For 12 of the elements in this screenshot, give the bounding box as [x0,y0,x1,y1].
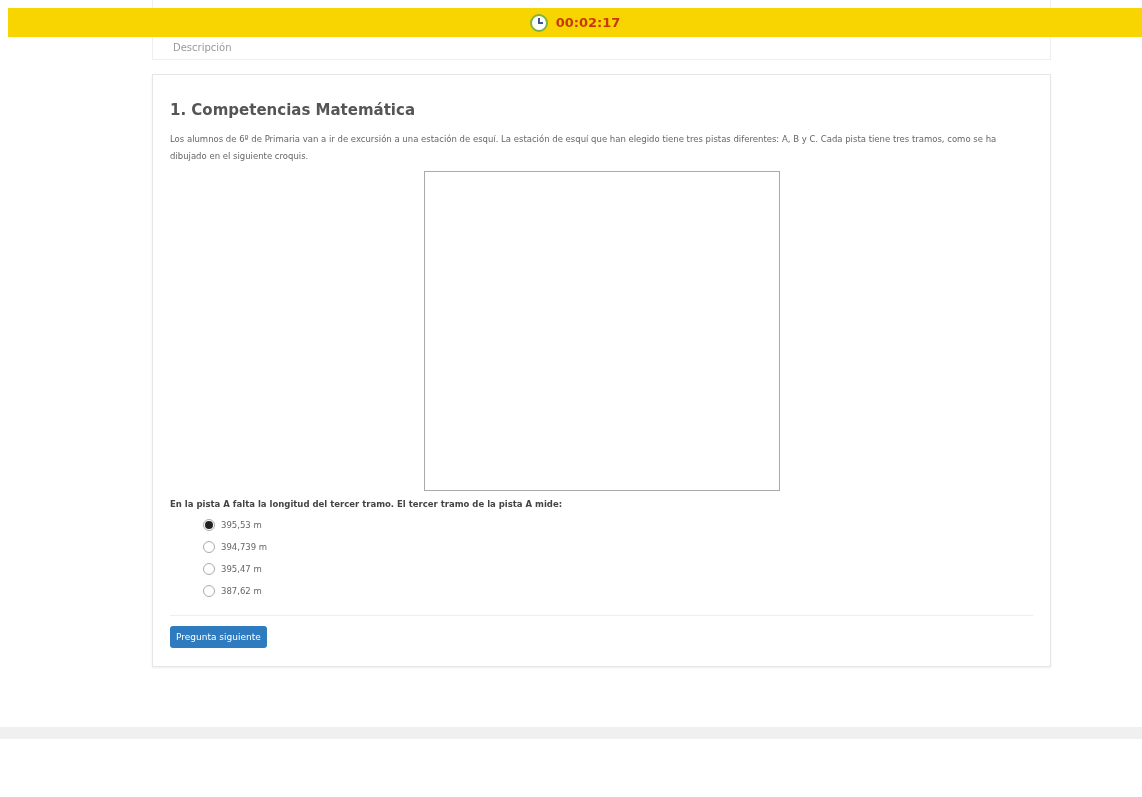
question-statement: Los alumnos de 6º de Primaria van a ir de excursión a una estación de esquí. La estación de esquí que han elegido tiene tres pistas diferentes: A, B y C. Cada pista tiene tres tramos, como se ha dibujado en el siguiente croquis. [170,133,998,163]
radio-button[interactable] [203,519,215,531]
description-toggle[interactable]: Descripción [173,42,232,53]
clock-icon [529,13,548,32]
timer-text: 00:02:17 [555,15,621,30]
question-prompt: En la pista A falta la longitud del tercer tramo. El tercer tramo de la pista A mide: [170,499,564,509]
option-label: 395,47 m [221,564,262,574]
question-title: 1. Competencias Matemática [170,101,416,119]
option-label: 394,739 m [221,542,268,552]
option-label: 387,62 m [221,586,262,596]
option-label: 395,53 m [221,520,262,530]
next-question-button[interactable]: Pregunta siguiente [170,626,267,648]
